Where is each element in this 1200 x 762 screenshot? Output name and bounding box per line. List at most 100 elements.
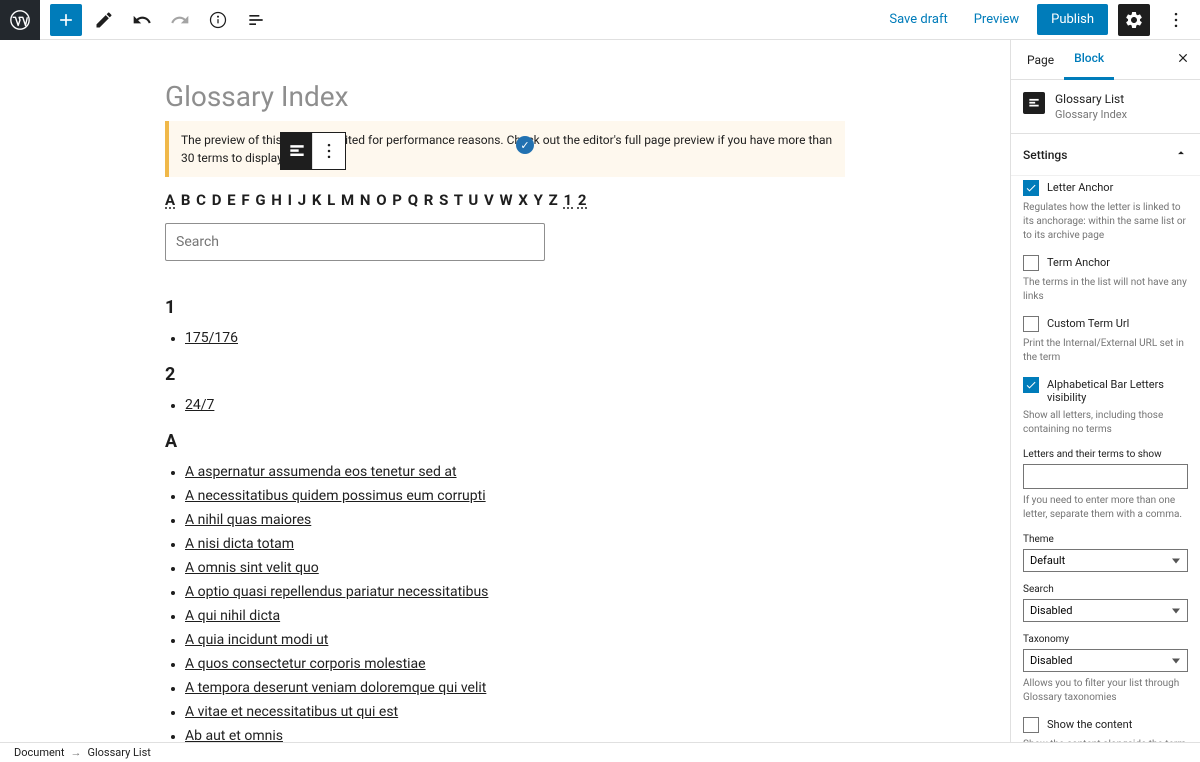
letters-field-label: Letters and their terms to show xyxy=(1023,449,1188,460)
alpha-letter-M[interactable]: M xyxy=(341,191,355,209)
alpha-letter-L[interactable]: L xyxy=(327,191,336,209)
list-item: Ab aut et omnis xyxy=(185,724,845,742)
page-title[interactable]: Glossary Index xyxy=(165,80,845,113)
alpha-letter-J[interactable]: J xyxy=(298,191,307,209)
alpha-letter-G[interactable]: G xyxy=(255,191,266,209)
term-list: 24/7 xyxy=(165,393,845,417)
breadcrumb-document[interactable]: Document xyxy=(14,746,64,759)
alpha-letter-O[interactable]: O xyxy=(376,191,387,209)
alpha-letter-U[interactable]: U xyxy=(468,191,479,209)
term-link[interactable]: A necessitatibus quidem possimus eum cor… xyxy=(185,488,486,504)
term-anchor-checkbox[interactable] xyxy=(1023,255,1039,271)
list-item: A qui nihil dicta xyxy=(185,604,845,628)
list-item: A necessitatibus quidem possimus eum cor… xyxy=(185,484,845,508)
term-link[interactable]: A vitae et necessitatibus ut qui est xyxy=(185,704,398,720)
letters-field-input[interactable] xyxy=(1023,464,1188,489)
alpha-letter-T[interactable]: T xyxy=(454,191,464,209)
list-item: A aspernatur assumenda eos tenetur sed a… xyxy=(185,460,845,484)
alpha-letter-V[interactable]: V xyxy=(484,191,495,209)
preview-button[interactable]: Preview xyxy=(966,6,1027,33)
panel-settings-toggle[interactable]: Settings xyxy=(1011,134,1200,176)
alpha-letter-C[interactable]: C xyxy=(196,191,207,209)
alpha-letter-Y[interactable]: Y xyxy=(534,191,544,209)
edit-mode-button[interactable] xyxy=(88,4,120,36)
alpha-visibility-checkbox[interactable] xyxy=(1023,377,1039,393)
alphabet-bar: A B C D E F G H I J K L M N O P Q R S T … xyxy=(165,191,845,209)
alpha-letter-S[interactable]: S xyxy=(439,191,449,209)
term-link[interactable]: 175/176 xyxy=(185,330,238,346)
term-link[interactable]: A tempora deserunt veniam doloremque qui… xyxy=(185,680,486,696)
theme-select[interactable]: Default xyxy=(1023,549,1188,572)
term-list: 175/176 xyxy=(165,326,845,350)
undo-button[interactable] xyxy=(126,4,158,36)
alpha-letter-R[interactable]: R xyxy=(424,191,435,209)
show-content-checkbox[interactable] xyxy=(1023,717,1039,733)
term-link[interactable]: A omnis sint velit quo xyxy=(185,560,319,576)
settings-button[interactable] xyxy=(1118,4,1150,36)
section-heading: 1 xyxy=(165,297,845,318)
alpha-letter-I[interactable]: I xyxy=(288,191,293,209)
alpha-letter-K[interactable]: K xyxy=(312,191,323,209)
alpha-letter-2[interactable]: 2 xyxy=(578,191,588,209)
alpha-letter-F[interactable]: F xyxy=(241,191,250,209)
more-options-button[interactable] xyxy=(1160,4,1192,36)
alpha-letter-A[interactable]: A xyxy=(165,191,176,209)
term-link[interactable]: A quos consectetur corporis molestiae xyxy=(185,656,426,672)
breadcrumb-block[interactable]: Glossary List xyxy=(87,746,150,759)
block-desc: Glossary Index xyxy=(1055,108,1127,121)
taxonomy-select[interactable]: Disabled xyxy=(1023,649,1188,672)
term-link[interactable]: A nisi dicta totam xyxy=(185,536,294,552)
term-anchor-label: Term Anchor xyxy=(1047,255,1110,269)
topbar: Save draft Preview Publish xyxy=(0,0,1200,40)
search-label: Search xyxy=(1023,584,1188,595)
term-link[interactable]: A nihil quas maiores xyxy=(185,512,311,528)
search-input[interactable] xyxy=(165,223,545,261)
term-link[interactable]: 24/7 xyxy=(185,397,214,413)
tab-block[interactable]: Block xyxy=(1064,40,1114,80)
outline-button[interactable] xyxy=(240,4,272,36)
list-item: A quos consectetur corporis molestiae xyxy=(185,652,845,676)
save-draft-button[interactable]: Save draft xyxy=(881,6,955,33)
editor-canvas[interactable]: ✓ Glossary Index The preview of this blo… xyxy=(0,40,1010,742)
alpha-letter-E[interactable]: E xyxy=(227,191,236,209)
list-item: A vitae et necessitatibus ut qui est xyxy=(185,700,845,724)
close-sidebar-button[interactable] xyxy=(1172,47,1194,72)
publish-button[interactable]: Publish xyxy=(1037,4,1108,35)
alpha-letter-D[interactable]: D xyxy=(212,191,223,209)
term-link[interactable]: Ab aut et omnis xyxy=(185,728,283,742)
glossary-block[interactable]: The preview of this block is limited for… xyxy=(165,121,845,742)
alpha-letter-H[interactable]: H xyxy=(271,191,283,209)
block-more-button[interactable] xyxy=(313,133,345,169)
block-toolbar xyxy=(280,132,346,170)
alpha-letter-W[interactable]: W xyxy=(500,191,514,209)
custom-term-url-label: Custom Term Url xyxy=(1047,316,1129,330)
search-select[interactable]: Disabled xyxy=(1023,599,1188,622)
section-heading: A xyxy=(165,431,845,452)
custom-term-url-checkbox[interactable] xyxy=(1023,316,1039,332)
block-type-button[interactable] xyxy=(281,133,313,169)
term-link[interactable]: A qui nihil dicta xyxy=(185,608,280,624)
block-header: Glossary List Glossary Index xyxy=(1011,80,1200,134)
add-block-button[interactable] xyxy=(50,4,82,36)
tab-page[interactable]: Page xyxy=(1017,40,1064,80)
term-link[interactable]: A aspernatur assumenda eos tenetur sed a… xyxy=(185,464,457,480)
letter-anchor-checkbox[interactable] xyxy=(1023,180,1039,196)
alpha-visibility-label: Alphabetical Bar Letters visibility xyxy=(1047,377,1188,404)
info-button[interactable] xyxy=(202,4,234,36)
alpha-letter-B[interactable]: B xyxy=(181,191,192,209)
redo-button[interactable] xyxy=(164,4,196,36)
alpha-letter-1[interactable]: 1 xyxy=(564,191,574,209)
alpha-letter-X[interactable]: X xyxy=(518,191,529,209)
list-item: A optio quasi repellendus pariatur neces… xyxy=(185,580,845,604)
alpha-letter-P[interactable]: P xyxy=(392,191,403,209)
term-link[interactable]: A optio quasi repellendus pariatur neces… xyxy=(185,584,488,600)
wordpress-logo[interactable] xyxy=(0,0,40,40)
performance-notice: The preview of this block is limited for… xyxy=(165,121,845,177)
alpha-letter-Q[interactable]: Q xyxy=(408,191,419,209)
alpha-letter-Z[interactable]: Z xyxy=(549,191,559,209)
list-item: A quia incidunt modi ut xyxy=(185,628,845,652)
block-icon xyxy=(1023,92,1045,114)
term-link[interactable]: A quia incidunt modi ut xyxy=(185,632,328,648)
alpha-letter-N[interactable]: N xyxy=(360,191,372,209)
section-heading: 2 xyxy=(165,364,845,385)
